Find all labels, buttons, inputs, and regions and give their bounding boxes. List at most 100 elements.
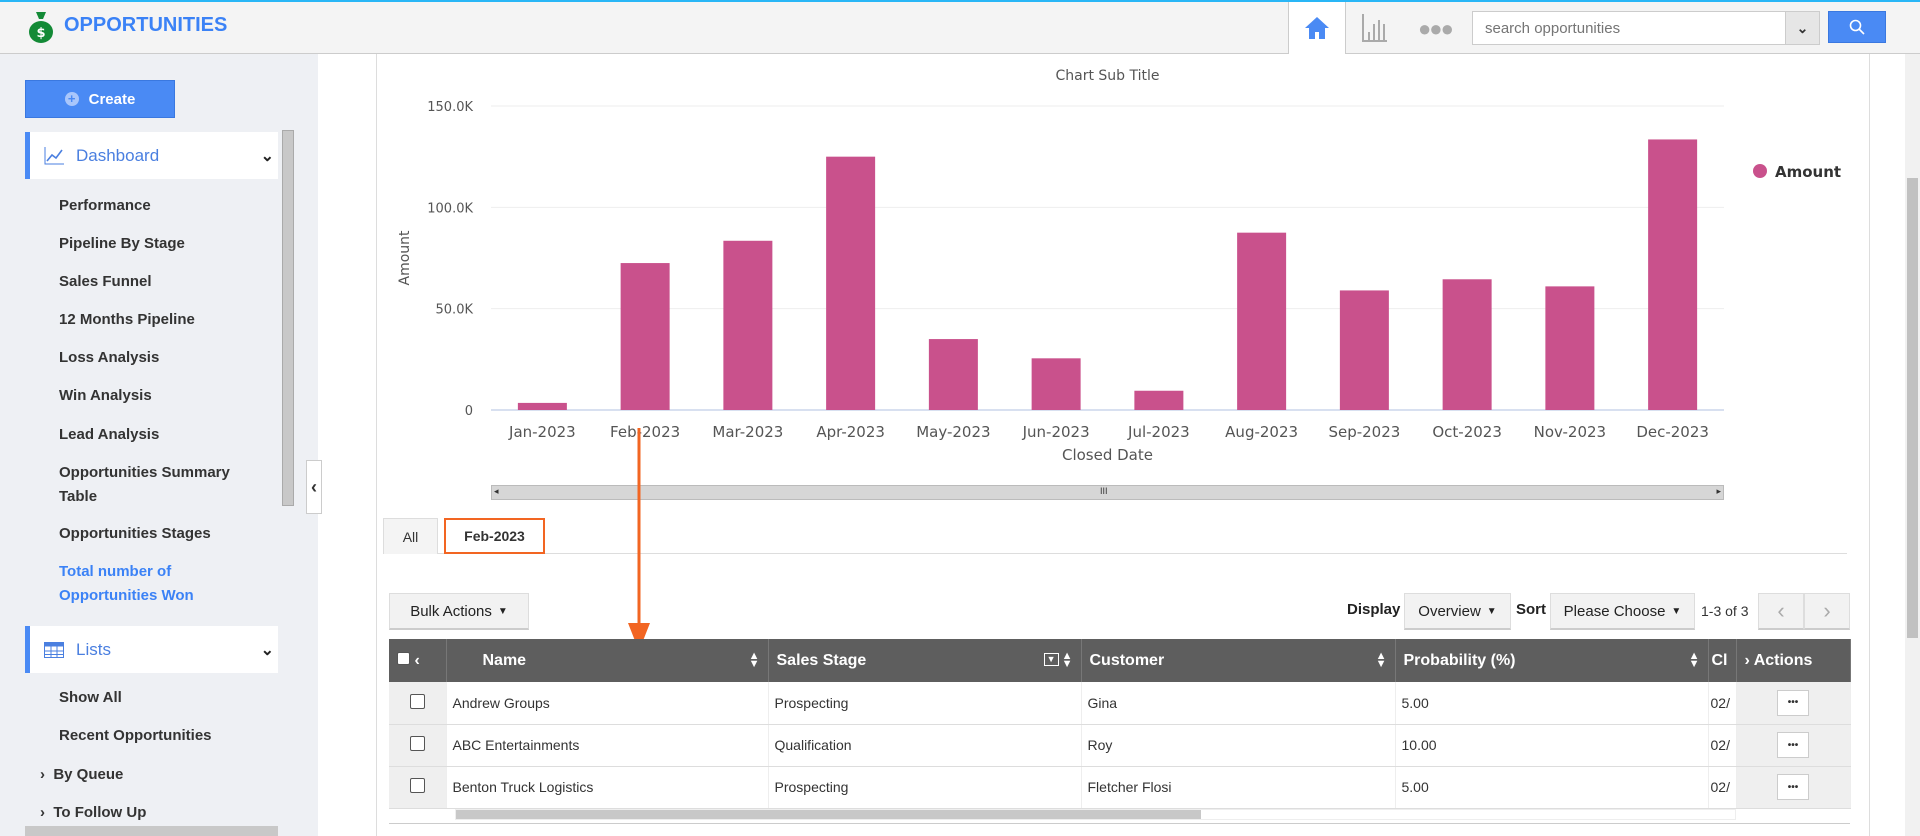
table-row[interactable]: ABC Entertainments Qualification Roy 10.…	[389, 724, 1851, 767]
sidebar-item[interactable]: 12 Months Pipeline	[59, 308, 259, 332]
chevron-right-icon: ›	[40, 804, 54, 821]
create-button[interactable]: + Create	[25, 80, 175, 118]
row-actions-button[interactable]: •••	[1777, 774, 1809, 800]
y-tick-label: 0	[465, 404, 473, 419]
bulk-actions-button[interactable]: Bulk Actions ▼	[389, 593, 529, 630]
sidebar-item[interactable]: Performance	[59, 194, 259, 218]
sidebar-scrollbar[interactable]	[282, 130, 294, 506]
search-dropdown-button[interactable]: ⌄	[1785, 11, 1820, 45]
cell-actions: •••	[1736, 682, 1851, 725]
sidebar-group-by-queue[interactable]: › By Queue	[40, 763, 123, 787]
sort-select[interactable]: Please Choose ▼	[1550, 593, 1695, 630]
scroll-left-icon[interactable]: ◂	[494, 486, 499, 497]
page-scrollbar-thumb[interactable]	[1907, 178, 1918, 638]
chevron-down-icon: ⌄	[260, 641, 274, 659]
table-row[interactable]: Benton Truck Logistics Prospecting Fletc…	[389, 766, 1851, 809]
tab-divider	[383, 553, 1847, 554]
row-checkbox[interactable]	[409, 778, 425, 793]
cell-name[interactable]: ABC Entertainments	[446, 724, 769, 767]
tab-feb-2023[interactable]: Feb-2023	[444, 518, 545, 554]
sort-icon[interactable]: ▲ ▼	[1062, 651, 1073, 670]
section-label: Dashboard	[76, 145, 160, 165]
sidebar-section-dashboard[interactable]: Dashboard ⌄	[25, 132, 278, 179]
chevron-down-icon: ⌄	[260, 147, 274, 165]
sort-icon[interactable]: ▲ ▼	[1689, 651, 1700, 670]
sidebar-item[interactable]: Pipeline By Stage	[59, 232, 259, 256]
scroll-grip-icon[interactable]: III	[1100, 486, 1108, 496]
sort-icon[interactable]: ▲ ▼	[749, 651, 760, 670]
chevron-right-icon: ›	[1823, 598, 1831, 623]
filter-icon[interactable]: ▼	[1043, 653, 1059, 666]
row-actions-button[interactable]: •••	[1777, 732, 1809, 758]
row-checkbox[interactable]	[409, 693, 425, 709]
line-chart-icon	[44, 146, 64, 164]
home-icon	[1305, 17, 1329, 39]
display-select[interactable]: Overview ▼	[1404, 593, 1511, 630]
caret-down-icon: ▼	[497, 605, 508, 617]
table-bottom-divider	[389, 823, 1850, 824]
cell-actions: •••	[1736, 724, 1851, 767]
sidebar-item[interactable]: Opportunities Stages	[59, 522, 259, 546]
table-row[interactable]: Andrew Groups Prospecting Gina 5.00 02/ …	[389, 682, 1851, 725]
scroll-right-icon[interactable]: ▸	[1716, 486, 1721, 497]
sidebar-footer	[25, 826, 278, 836]
caret-down-icon: ▼	[1671, 605, 1682, 617]
home-tab[interactable]	[1288, 2, 1346, 54]
display-label: Display	[1347, 601, 1401, 618]
column-header-name[interactable]: Name ▲ ▼	[446, 639, 769, 682]
bar	[928, 339, 978, 410]
more-icon[interactable]: ●●●	[1418, 16, 1454, 42]
column-header-probability[interactable]: Probability (%) ▲ ▼	[1395, 639, 1709, 682]
search-input[interactable]	[1472, 11, 1786, 45]
x-tick-label: Jul-2023	[1127, 423, 1190, 441]
chart-scrollbar[interactable]: ◂ III ▸	[491, 485, 1724, 500]
chevron-left-icon[interactable]: ‹	[414, 652, 419, 669]
cell-actions: •••	[1736, 766, 1851, 809]
column-label: Sales Stage	[776, 651, 867, 669]
cell-customer: Gina	[1081, 682, 1396, 725]
sidebar-item[interactable]: Sales Funnel	[59, 270, 259, 294]
x-tick-label: Nov-2023	[1534, 423, 1606, 441]
cell-name[interactable]: Benton Truck Logistics	[446, 766, 769, 809]
sidebar-item[interactable]: Opportunities Summary Table	[59, 461, 259, 509]
column-header-cl[interactable]: Cl	[1708, 639, 1737, 682]
y-tick-label: 100.0K	[427, 201, 473, 216]
table-header-row: ‹ Name ▲ ▼ Sales Stage ▼ ▲ ▼ Customer ▲ ▼ Proba…	[389, 639, 1851, 682]
chevron-right-icon[interactable]: ›	[1745, 652, 1750, 669]
bar	[1237, 232, 1287, 410]
cell-name[interactable]: Andrew Groups	[446, 682, 769, 725]
sidebar-item[interactable]: Lead Analysis	[59, 423, 259, 447]
select-all-checkbox[interactable]	[397, 651, 410, 665]
prev-page-button[interactable]: ‹	[1758, 593, 1804, 630]
column-header-customer[interactable]: Customer ▲ ▼	[1081, 639, 1396, 682]
sort-icon[interactable]: ▲ ▼	[1376, 651, 1387, 670]
sidebar-item-recent[interactable]: Recent Opportunities	[59, 724, 212, 748]
y-axis-label: Amount	[397, 230, 413, 286]
bar	[517, 402, 567, 410]
column-header-sales-stage[interactable]: Sales Stage ▼ ▲ ▼	[768, 639, 1082, 682]
chevron-right-icon: ›	[40, 766, 54, 783]
app-title: OPPORTUNITIES	[64, 14, 228, 36]
tab-all[interactable]: All	[383, 518, 438, 554]
cell-cl: 02/	[1708, 682, 1737, 725]
collapse-sidebar-button[interactable]: ‹	[306, 460, 322, 514]
bar	[1648, 139, 1698, 410]
sidebar-group-follow-up[interactable]: › To Follow Up	[40, 801, 146, 825]
column-label: Cl	[1711, 651, 1728, 669]
table-scrollbar[interactable]	[455, 809, 1736, 820]
table-scrollbar-thumb[interactable]	[456, 810, 1201, 819]
row-checkbox[interactable]	[409, 736, 425, 751]
bar-chart-icon[interactable]	[1362, 14, 1388, 42]
sidebar-section-lists[interactable]: Lists ⌄	[25, 626, 278, 673]
sidebar-item-show-all[interactable]: Show All	[59, 686, 122, 710]
sidebar-item[interactable]: Total number of Opportunities Won	[59, 560, 259, 608]
next-page-button[interactable]: ›	[1804, 593, 1850, 630]
cell-sales-stage: Qualification	[768, 724, 1082, 767]
cell-sales-stage: Prospecting	[768, 766, 1082, 809]
search-button[interactable]	[1828, 11, 1886, 43]
sidebar-item[interactable]: Win Analysis	[59, 384, 259, 408]
row-actions-button[interactable]: •••	[1777, 689, 1809, 716]
sidebar-item[interactable]: Loss Analysis	[59, 346, 259, 370]
bar	[1545, 286, 1595, 410]
x-tick-label: Aug-2023	[1225, 423, 1298, 441]
